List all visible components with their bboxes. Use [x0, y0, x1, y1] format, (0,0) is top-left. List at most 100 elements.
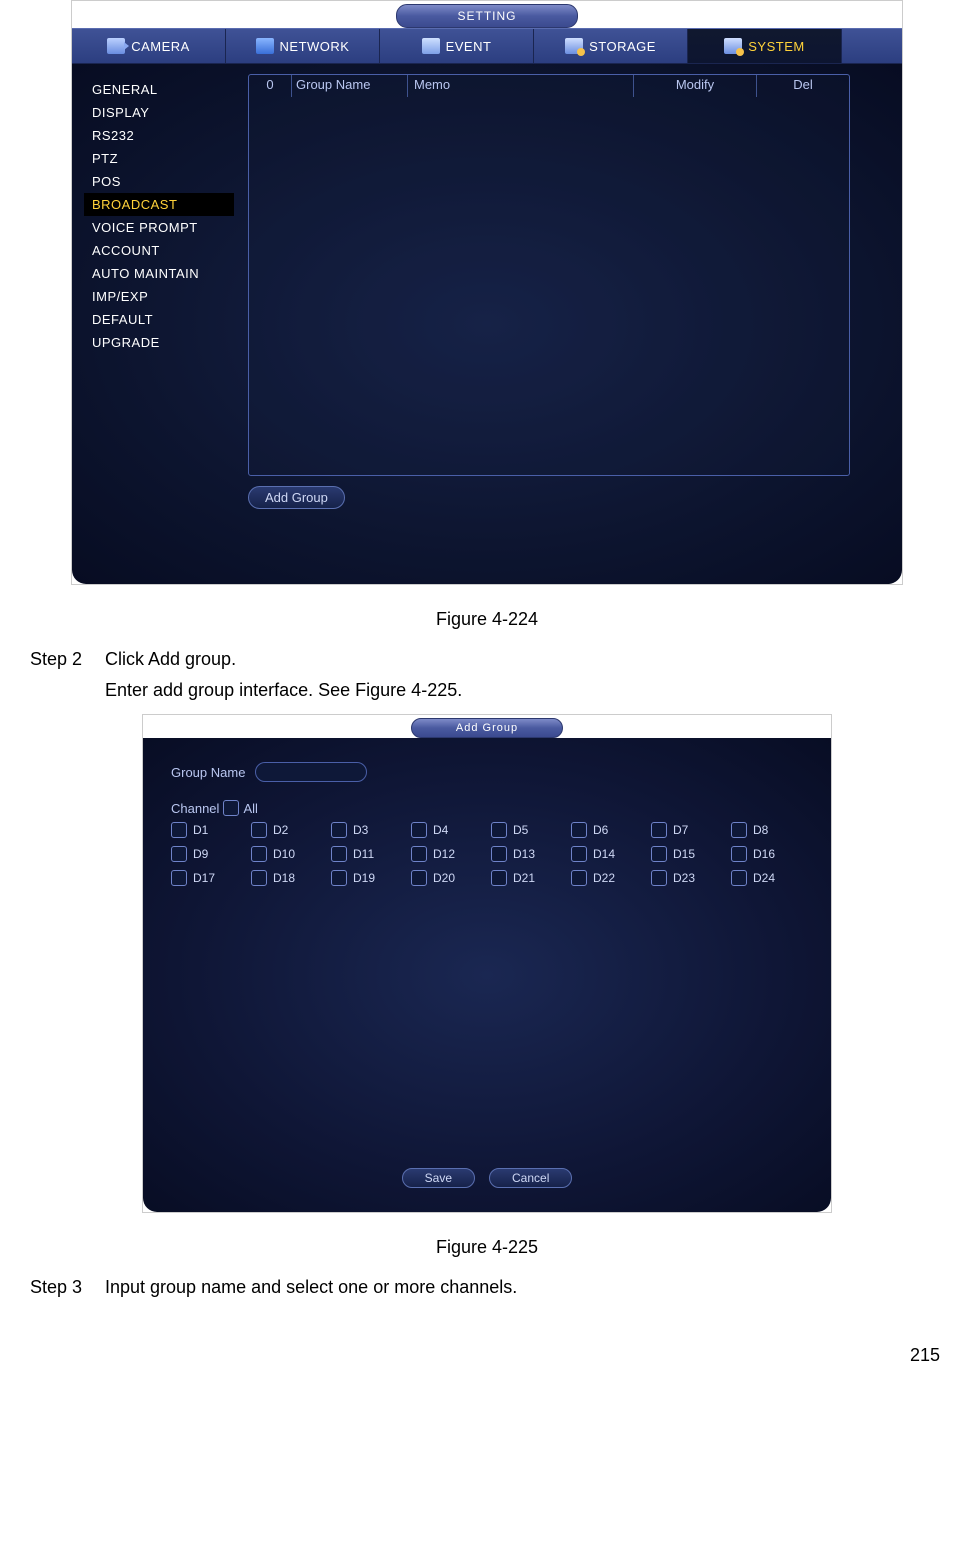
- sidebar-item-general[interactable]: GENERAL: [84, 78, 234, 101]
- channel-item[interactable]: D22: [571, 870, 643, 886]
- channel-item[interactable]: D5: [491, 822, 563, 838]
- add-group-window: Add Group Group Name Channel All D1D2D3D…: [142, 714, 832, 1213]
- sidebar-item-account[interactable]: ACCOUNT: [84, 239, 234, 262]
- channel-label: D22: [593, 871, 615, 885]
- step-label: Step 2: [30, 646, 105, 708]
- button-row: Save Cancel: [143, 1168, 831, 1188]
- group-name-label: Group Name: [171, 765, 245, 780]
- sidebar-item-ptz[interactable]: PTZ: [84, 147, 234, 170]
- channel-item[interactable]: D9: [171, 846, 243, 862]
- channel-item[interactable]: D13: [491, 846, 563, 862]
- network-icon: [256, 38, 274, 54]
- channel-checkbox[interactable]: [251, 870, 267, 886]
- tab-label: EVENT: [446, 39, 492, 54]
- channel-checkbox[interactable]: [651, 822, 667, 838]
- channel-checkbox[interactable]: [571, 870, 587, 886]
- channel-checkbox[interactable]: [491, 870, 507, 886]
- channel-checkbox[interactable]: [331, 846, 347, 862]
- sidebar-item-rs232[interactable]: RS232: [84, 124, 234, 147]
- figure-caption-1: Figure 4-224: [30, 609, 944, 630]
- channel-item[interactable]: D6: [571, 822, 643, 838]
- channel-checkbox[interactable]: [411, 846, 427, 862]
- sidebar-item-upgrade[interactable]: UPGRADE: [84, 331, 234, 354]
- channel-item[interactable]: D15: [651, 846, 723, 862]
- all-checkbox[interactable]: [223, 800, 239, 816]
- col-count: 0: [249, 75, 292, 97]
- channel-checkbox[interactable]: [411, 870, 427, 886]
- channel-item[interactable]: D14: [571, 846, 643, 862]
- sidebar-item-auto-maintain[interactable]: AUTO MAINTAIN: [84, 262, 234, 285]
- channel-label: D4: [433, 823, 448, 837]
- sidebar-item-display[interactable]: DISPLAY: [84, 101, 234, 124]
- add-group-button[interactable]: Add Group: [248, 486, 345, 509]
- channel-checkbox[interactable]: [411, 822, 427, 838]
- channel-label: D3: [353, 823, 368, 837]
- channel-checkbox[interactable]: [331, 870, 347, 886]
- sidebar-item-voice-prompt[interactable]: VOICE PROMPT: [84, 216, 234, 239]
- channel-item[interactable]: D10: [251, 846, 323, 862]
- step-body: Input group name and select one or more …: [105, 1274, 944, 1305]
- channel-checkbox[interactable]: [491, 822, 507, 838]
- channel-checkbox[interactable]: [571, 846, 587, 862]
- channel-checkbox[interactable]: [651, 846, 667, 862]
- channel-label: Channel: [171, 801, 219, 816]
- channel-item[interactable]: D2: [251, 822, 323, 838]
- channel-checkbox[interactable]: [251, 846, 267, 862]
- channel-item[interactable]: D11: [331, 846, 403, 862]
- event-icon: [422, 38, 440, 54]
- col-memo: Memo: [408, 75, 634, 97]
- tab-camera[interactable]: CAMERA: [72, 29, 226, 63]
- channel-item[interactable]: D24: [731, 870, 803, 886]
- channel-checkbox[interactable]: [731, 846, 747, 862]
- channel-item[interactable]: D3: [331, 822, 403, 838]
- channel-label: D13: [513, 847, 535, 861]
- channel-label: D11: [353, 847, 374, 861]
- channel-label: D15: [673, 847, 695, 861]
- channel-label: D14: [593, 847, 615, 861]
- channel-item[interactable]: D12: [411, 846, 483, 862]
- channel-item[interactable]: D21: [491, 870, 563, 886]
- cancel-button[interactable]: Cancel: [489, 1168, 572, 1188]
- channel-item[interactable]: D4: [411, 822, 483, 838]
- sidebar-item-default[interactable]: DEFAULT: [84, 308, 234, 331]
- channel-checkbox[interactable]: [251, 822, 267, 838]
- channel-item[interactable]: D18: [251, 870, 323, 886]
- channel-label: D21: [513, 871, 535, 885]
- channel-checkbox[interactable]: [171, 870, 187, 886]
- group-table: 0 Group Name Memo Modify Del: [248, 74, 850, 476]
- col-del: Del: [757, 75, 849, 97]
- save-button[interactable]: Save: [402, 1168, 475, 1188]
- tab-network[interactable]: NETWORK: [226, 29, 380, 63]
- channel-item[interactable]: D20: [411, 870, 483, 886]
- channel-item[interactable]: D8: [731, 822, 803, 838]
- channel-checkbox[interactable]: [731, 822, 747, 838]
- channel-item[interactable]: D17: [171, 870, 243, 886]
- top-nav: CAMERA NETWORK EVENT STORAGE SYSTEM: [72, 28, 902, 64]
- channel-label: D18: [273, 871, 295, 885]
- tab-event[interactable]: EVENT: [380, 29, 534, 63]
- step-text: Input group name and select one or more …: [105, 1274, 944, 1301]
- channel-checkbox[interactable]: [171, 846, 187, 862]
- sidebar-item-pos[interactable]: POS: [84, 170, 234, 193]
- channel-label: D5: [513, 823, 528, 837]
- channel-item[interactable]: D16: [731, 846, 803, 862]
- channel-checkbox[interactable]: [571, 822, 587, 838]
- tab-storage[interactable]: STORAGE: [534, 29, 688, 63]
- tab-label: STORAGE: [589, 39, 656, 54]
- channel-item[interactable]: D23: [651, 870, 723, 886]
- tab-spacer: [842, 29, 902, 63]
- group-name-input[interactable]: [255, 762, 367, 782]
- sidebar-item-imp-exp[interactable]: IMP/EXP: [84, 285, 234, 308]
- channel-item[interactable]: D1: [171, 822, 243, 838]
- channel-checkbox[interactable]: [491, 846, 507, 862]
- channel-item[interactable]: D7: [651, 822, 723, 838]
- sidebar-item-broadcast[interactable]: BROADCAST: [84, 193, 234, 216]
- channel-checkbox[interactable]: [651, 870, 667, 886]
- channel-checkbox[interactable]: [171, 822, 187, 838]
- channel-item[interactable]: D19: [331, 870, 403, 886]
- channel-checkbox[interactable]: [331, 822, 347, 838]
- group-name-row: Group Name: [171, 762, 803, 782]
- system-icon: [724, 38, 742, 54]
- tab-system[interactable]: SYSTEM: [688, 29, 842, 63]
- channel-checkbox[interactable]: [731, 870, 747, 886]
